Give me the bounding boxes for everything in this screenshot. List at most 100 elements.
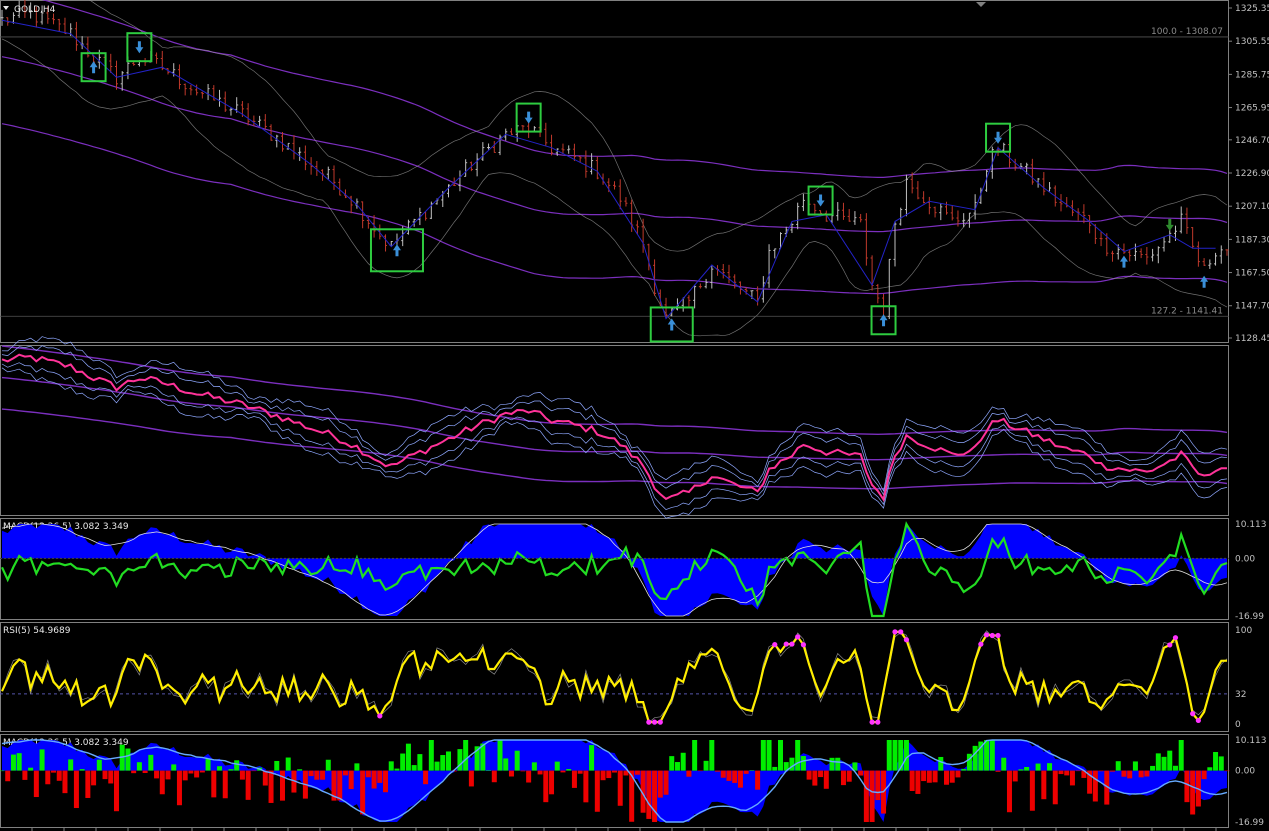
histogram-bar bbox=[1213, 752, 1219, 771]
histogram-bar bbox=[692, 740, 698, 771]
histogram-bar bbox=[1121, 770, 1127, 777]
histogram-bar bbox=[846, 770, 852, 782]
histogram-bar bbox=[1201, 770, 1207, 780]
histogram-bar bbox=[686, 770, 692, 777]
histogram-bar bbox=[1144, 770, 1150, 777]
histogram-bar bbox=[285, 757, 291, 771]
smoothed-price-panel[interactable] bbox=[1, 336, 1228, 519]
histogram-bar bbox=[652, 770, 658, 822]
histogram-bar bbox=[554, 761, 560, 771]
histogram-bar bbox=[268, 770, 274, 803]
histogram-bar bbox=[778, 740, 784, 771]
rsi-extreme-dot bbox=[783, 641, 789, 647]
macd-histogram-panel[interactable]: MACD(12,26,5) 3.082 3.349 10.1130.00-16.… bbox=[0, 736, 1267, 828]
histogram-bar bbox=[800, 756, 806, 771]
histogram-bar bbox=[514, 750, 520, 771]
histogram-bar bbox=[1207, 767, 1213, 771]
histogram-bar bbox=[1178, 740, 1184, 771]
envelope-line bbox=[1, 56, 1228, 233]
histogram-bar bbox=[45, 770, 51, 785]
histogram-bar bbox=[28, 767, 34, 771]
histogram-bar bbox=[274, 760, 280, 771]
arrow-up-icon bbox=[1200, 275, 1209, 288]
rsi-extreme-dot bbox=[772, 641, 778, 648]
histogram-bar bbox=[1035, 763, 1041, 771]
rsi-extreme-dot bbox=[892, 629, 898, 635]
arrow-up-icon bbox=[667, 318, 676, 331]
histogram-bar bbox=[423, 770, 429, 785]
histogram-bar bbox=[503, 758, 509, 771]
histogram-bar bbox=[1115, 761, 1121, 771]
histogram-bar bbox=[892, 740, 898, 771]
histogram-bar bbox=[417, 754, 423, 771]
histogram-bar bbox=[91, 770, 97, 786]
histogram-bar bbox=[772, 766, 778, 771]
histogram-bar bbox=[646, 770, 652, 819]
axis-label: 0 bbox=[1235, 720, 1241, 730]
histogram-bar bbox=[62, 770, 68, 794]
envelope-line bbox=[1, 376, 1228, 461]
histogram-bar bbox=[560, 770, 566, 773]
histogram-bar bbox=[142, 770, 148, 773]
band-line bbox=[1, 367, 1228, 519]
histogram-bar bbox=[680, 752, 686, 771]
fib-label: 127.2 - 1141.41 bbox=[1151, 306, 1223, 316]
histogram-bar bbox=[360, 770, 366, 815]
histogram-bar bbox=[108, 770, 114, 784]
histogram-bar bbox=[795, 740, 801, 771]
trading-chart[interactable]: 100.0 - 1308.07 127.2 - 1141.41 GOLD,H4 1… bbox=[0, 0, 1269, 831]
histogram-bar bbox=[33, 770, 39, 798]
histogram-bar bbox=[314, 770, 320, 780]
histogram-bar bbox=[113, 770, 119, 812]
panel-border bbox=[0, 0, 1229, 343]
histogram-bar bbox=[703, 760, 709, 771]
histogram-bar bbox=[743, 770, 749, 774]
axis-label: 1147.70 bbox=[1235, 302, 1269, 312]
histogram-bar bbox=[388, 761, 394, 771]
scroll-marker-icon bbox=[976, 2, 986, 7]
histogram-bar bbox=[984, 740, 990, 771]
histogram-bar bbox=[1018, 769, 1024, 771]
histogram-bar bbox=[239, 770, 245, 780]
rsi-extreme-dot bbox=[1172, 635, 1179, 641]
histogram-bar bbox=[955, 770, 961, 778]
histogram-bar bbox=[949, 770, 955, 783]
histogram-bar bbox=[1058, 770, 1064, 775]
histogram-bar bbox=[669, 756, 675, 771]
histogram-bar bbox=[73, 770, 79, 809]
axis-label: 1187.30 bbox=[1235, 235, 1269, 245]
histogram-bar bbox=[434, 761, 440, 771]
histogram-bar bbox=[755, 770, 761, 790]
histogram-bar bbox=[915, 770, 921, 794]
rsi-line bbox=[1, 630, 1228, 724]
price-panel[interactable]: 100.0 - 1308.07 127.2 - 1141.41 GOLD,H4 1… bbox=[0, 0, 1269, 344]
histogram-bar bbox=[921, 770, 927, 782]
axis-label: 1246.70 bbox=[1235, 136, 1269, 146]
rsi-extreme-dot bbox=[651, 719, 658, 725]
axis-label: 10.113 bbox=[1235, 736, 1267, 746]
envelope-line bbox=[1, 123, 1228, 295]
histogram-bar bbox=[932, 770, 938, 783]
candles bbox=[0, 0, 1229, 322]
histogram-bar bbox=[131, 770, 137, 774]
axis-label: -16.99 bbox=[1235, 818, 1264, 828]
axis-label: 1207.10 bbox=[1235, 202, 1269, 212]
histogram-bar bbox=[96, 759, 102, 771]
histogram-bar bbox=[1052, 770, 1058, 805]
histogram-bar bbox=[228, 769, 234, 771]
histogram-bar bbox=[0, 770, 5, 772]
histogram-bar bbox=[526, 770, 532, 783]
macd-panel[interactable]: MACD(12,26,5) 3.082 3.349 10.1130.00-16.… bbox=[0, 520, 1267, 622]
histogram-bar bbox=[342, 770, 348, 776]
price-axis: 1325.35 1305.55 1285.75 1265.95 1246.70 1226.… bbox=[1229, 4, 1269, 344]
histogram-bar bbox=[1012, 770, 1018, 782]
histogram-bar bbox=[245, 770, 251, 800]
axis-label: 32 bbox=[1235, 690, 1246, 700]
rsi-signal-line bbox=[1, 630, 1228, 724]
histogram-bar bbox=[549, 770, 555, 795]
signal-markers bbox=[80, 32, 1209, 343]
rsi-extreme-dot bbox=[898, 629, 904, 635]
collapse-triangle-icon[interactable] bbox=[3, 6, 9, 10]
histogram-bar bbox=[634, 770, 640, 775]
rsi-panel[interactable]: RSI(5) 54.9689 100 32 0 bbox=[0, 626, 1252, 730]
